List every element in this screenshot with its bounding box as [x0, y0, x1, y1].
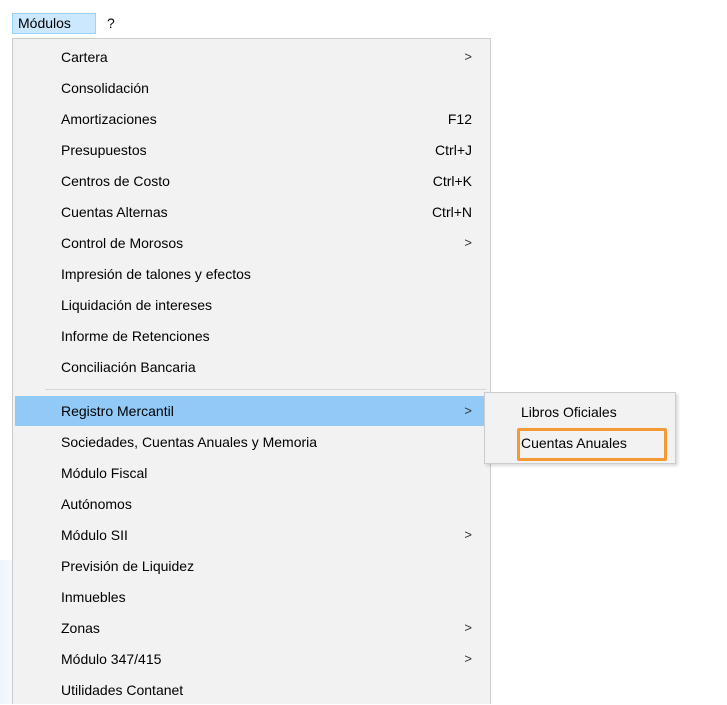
registro-mercantil-submenu: Libros Oficiales Cuentas Anuales: [484, 392, 676, 464]
submenu-item-label: Cuentas Anuales: [521, 435, 627, 451]
menu-item-cartera[interactable]: Cartera >: [15, 42, 488, 72]
submenu-arrow-icon: >: [464, 403, 472, 418]
menu-item-presupuestos[interactable]: Presupuestos Ctrl+J: [15, 135, 488, 165]
menu-item-registro-mercantil[interactable]: Registro Mercantil >: [15, 396, 488, 426]
menu-item-utilidades-contanet[interactable]: Utilidades Contanet: [15, 675, 488, 705]
menu-item-label: Previsión de Liquidez: [61, 558, 195, 574]
modulos-dropdown-menu: Cartera > Consolidación Amortizaciones F…: [12, 38, 491, 704]
menubar-help[interactable]: ?: [102, 13, 120, 34]
menu-item-label: Impresión de talones y efectos: [61, 266, 251, 282]
menu-item-label: Informe de Retenciones: [61, 328, 210, 344]
menu-item-label: Módulo 347/415: [61, 651, 162, 667]
menu-item-label: Utilidades Contanet: [61, 682, 184, 698]
menu-item-conciliacion-bancaria[interactable]: Conciliación Bancaria: [15, 352, 488, 382]
menu-item-modulo-fiscal[interactable]: Módulo Fiscal: [15, 458, 488, 488]
menu-item-label: Inmuebles: [61, 589, 126, 605]
menu-item-label: Módulo SII: [61, 527, 128, 543]
menu-item-consolidacion[interactable]: Consolidación: [15, 73, 488, 103]
menu-item-label: Cartera: [61, 49, 108, 65]
menu-item-autonomos[interactable]: Autónomos: [15, 489, 488, 519]
submenu-item-label: Libros Oficiales: [521, 404, 617, 420]
menu-item-label: Amortizaciones: [61, 111, 157, 127]
menu-item-label: Zonas: [61, 620, 100, 636]
menu-item-shortcut: Ctrl+J: [435, 142, 472, 158]
menu-bar: Módulos ?: [0, 0, 727, 36]
submenu-item-libros-oficiales[interactable]: Libros Oficiales: [487, 398, 673, 427]
menu-item-prevision-liquidez[interactable]: Previsión de Liquidez: [15, 551, 488, 581]
menu-item-modulo-347-415[interactable]: Módulo 347/415 >: [15, 644, 488, 674]
menu-item-zonas[interactable]: Zonas >: [15, 613, 488, 643]
menu-item-label: Presupuestos: [61, 142, 147, 158]
menu-item-amortizaciones[interactable]: Amortizaciones F12: [15, 104, 488, 134]
menu-item-sociedades-cuentas-anuales[interactable]: Sociedades, Cuentas Anuales y Memoria: [15, 427, 488, 457]
menu-item-control-de-morosos[interactable]: Control de Morosos >: [15, 228, 488, 258]
menu-item-label: Cuentas Alternas: [61, 204, 168, 220]
submenu-arrow-icon: >: [464, 235, 472, 250]
menu-item-impresion-talones[interactable]: Impresión de talones y efectos: [15, 259, 488, 289]
menu-item-inmuebles[interactable]: Inmuebles: [15, 582, 488, 612]
menu-item-modulo-sii[interactable]: Módulo SII >: [15, 520, 488, 550]
menu-item-label: Liquidación de intereses: [61, 297, 212, 313]
menu-item-label: Módulo Fiscal: [61, 465, 148, 481]
submenu-arrow-icon: >: [464, 651, 472, 666]
menu-item-liquidacion-intereses[interactable]: Liquidación de intereses: [15, 290, 488, 320]
menu-item-informe-retenciones[interactable]: Informe de Retenciones: [15, 321, 488, 351]
menubar-modulos[interactable]: Módulos: [12, 13, 96, 34]
menu-item-label: Consolidación: [61, 80, 149, 96]
menu-item-shortcut: F12: [447, 111, 472, 127]
menu-item-label: Conciliación Bancaria: [61, 359, 196, 375]
menu-item-label: Control de Morosos: [61, 235, 184, 251]
submenu-arrow-icon: >: [464, 527, 472, 542]
menu-item-label: Autónomos: [61, 496, 132, 512]
menu-item-shortcut: Ctrl+N: [431, 204, 472, 220]
submenu-arrow-icon: >: [464, 620, 472, 635]
submenu-item-cuentas-anuales[interactable]: Cuentas Anuales: [487, 429, 673, 458]
menu-item-shortcut: Ctrl+K: [432, 173, 472, 189]
menu-item-label: Sociedades, Cuentas Anuales y Memoria: [61, 434, 318, 450]
menu-item-centros-de-costo[interactable]: Centros de Costo Ctrl+K: [15, 166, 488, 196]
menu-item-cuentas-alternas[interactable]: Cuentas Alternas Ctrl+N: [15, 197, 488, 227]
menu-separator: [45, 389, 486, 390]
submenu-arrow-icon: >: [464, 49, 472, 64]
menu-item-label: Centros de Costo: [61, 173, 170, 189]
menu-item-label: Registro Mercantil: [61, 403, 174, 419]
